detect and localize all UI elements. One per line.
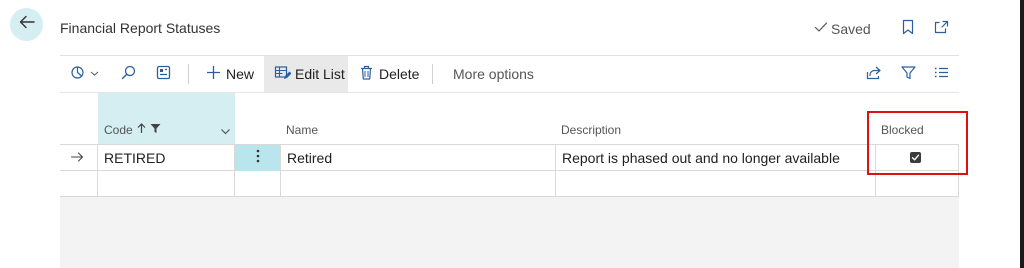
current-row-arrow-icon <box>70 150 84 164</box>
chevron-down-icon <box>89 66 100 82</box>
row-actions-button[interactable] <box>235 145 280 171</box>
plus-icon <box>205 64 222 84</box>
column-header-code[interactable]: Code <box>104 123 161 137</box>
page-title: Financial Report Statuses <box>60 20 221 36</box>
table-row-empty[interactable] <box>60 171 959 197</box>
column-divider <box>97 145 98 197</box>
column-header-name[interactable]: Name <box>286 123 318 137</box>
toolbar-separator <box>432 64 433 84</box>
open-in-new-window-icon[interactable] <box>933 18 951 36</box>
cell-description[interactable]: Report is phased out and no longer avail… <box>562 145 840 171</box>
toolbar-separator <box>188 64 189 84</box>
share-icon <box>865 64 882 84</box>
show-as-cards-button[interactable] <box>155 56 175 92</box>
more-options-button[interactable]: More options <box>453 56 543 92</box>
trash-icon <box>358 64 375 84</box>
new-label: New <box>226 66 255 82</box>
data-analysis-icon <box>70 64 87 84</box>
cell-code[interactable]: RETIRED <box>104 145 165 171</box>
back-button[interactable] <box>10 8 43 41</box>
column-header-blocked[interactable]: Blocked <box>881 123 924 137</box>
filter-button[interactable] <box>900 56 920 92</box>
row-divider <box>60 196 959 197</box>
edit-list-button[interactable]: Edit List <box>264 56 348 92</box>
delete-label: Delete <box>379 66 420 82</box>
column-header-code-label: Code <box>104 123 133 137</box>
column-divider <box>958 145 959 197</box>
edit-list-label: Edit List <box>295 66 345 82</box>
column-menu-chevron-icon[interactable] <box>220 124 231 135</box>
blocked-checkbox[interactable] <box>910 152 921 163</box>
edit-list-icon <box>274 64 292 84</box>
new-button[interactable]: New <box>205 56 257 92</box>
share-button[interactable] <box>865 56 885 92</box>
column-header-description[interactable]: Description <box>561 123 621 137</box>
filter-icon <box>147 123 161 137</box>
bookmark-icon[interactable] <box>899 18 917 36</box>
action-bar: New Edit List Delete More options <box>60 56 959 92</box>
more-vertical-icon <box>256 149 260 168</box>
arrow-left-icon <box>18 13 36 36</box>
column-divider <box>280 145 281 197</box>
checkmark-icon <box>911 149 920 167</box>
saved-label: Saved <box>831 20 871 37</box>
search-button[interactable] <box>120 56 140 92</box>
data-analysis-button[interactable] <box>70 56 106 92</box>
saved-status: Saved <box>814 20 871 37</box>
filter-icon <box>900 64 917 84</box>
search-icon <box>120 64 137 84</box>
show-as-cards-icon <box>155 64 172 84</box>
sort-ascending-icon <box>133 123 147 137</box>
column-divider <box>555 145 556 197</box>
delete-button[interactable]: Delete <box>358 56 420 92</box>
window-edge <box>1020 0 1024 268</box>
more-options-label: More options <box>453 66 534 82</box>
column-divider <box>875 145 876 197</box>
list-view-icon <box>933 64 950 84</box>
cell-name[interactable]: Retired <box>287 145 332 171</box>
list-view-button[interactable] <box>933 56 953 92</box>
checkmark-icon <box>814 20 828 37</box>
